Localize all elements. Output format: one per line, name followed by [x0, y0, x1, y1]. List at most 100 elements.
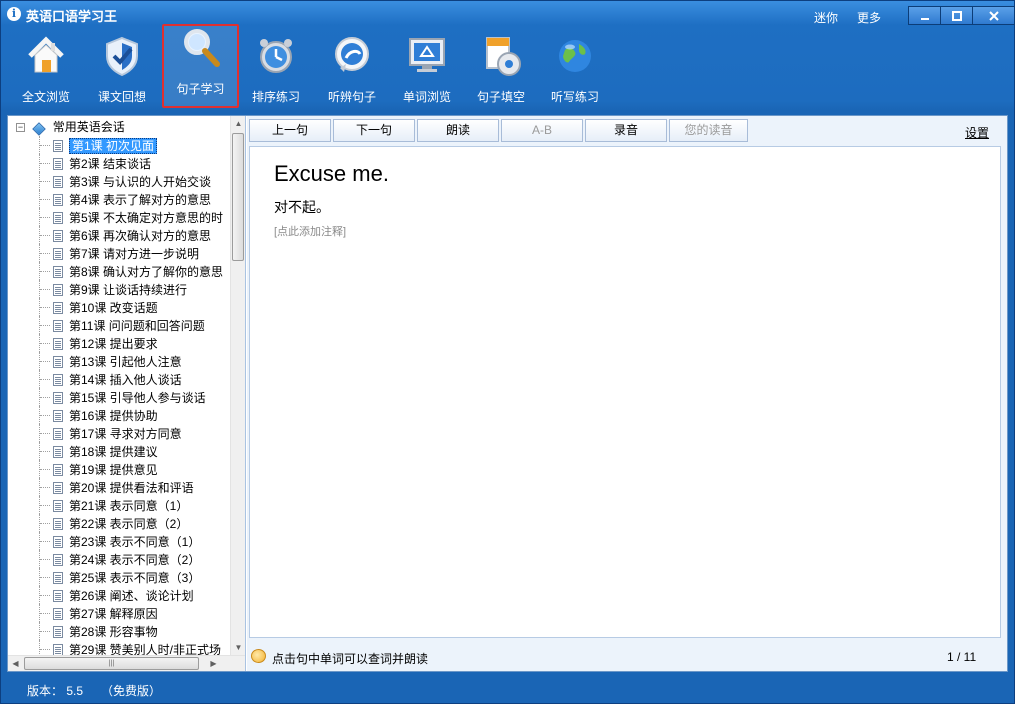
- tree-item[interactable]: 第20课 提供看法和评语: [8, 478, 230, 496]
- toolbar-label: 全文浏览: [21, 90, 70, 104]
- tree-item[interactable]: 第15课 引导他人参与谈话: [8, 388, 230, 406]
- toolbar-item-sentence-study[interactable]: 句子学习: [162, 24, 239, 108]
- document-icon: [53, 301, 63, 314]
- tree-item-label: 第23课 表示不同意（1）: [69, 534, 201, 549]
- home-icon: [24, 34, 68, 78]
- tree-item[interactable]: 第21课 表示同意（1）: [8, 496, 230, 514]
- monitor-recycle-icon: [405, 34, 449, 78]
- toolbar-label: 句子学习: [176, 82, 225, 96]
- tree-item[interactable]: 第25课 表示不同意（3）: [8, 568, 230, 586]
- tree-item[interactable]: 第7课 请对方进一步说明: [8, 244, 230, 262]
- tree-item[interactable]: 第9课 让谈话持续进行: [8, 280, 230, 298]
- toolbar-item-dictation[interactable]: 听写练习: [540, 32, 610, 106]
- close-icon: [988, 11, 999, 21]
- toolbar-label: 听辨句子: [327, 90, 376, 104]
- tree-item[interactable]: 第1课 初次见面: [8, 136, 230, 154]
- scroll-thumb[interactable]: [232, 133, 244, 261]
- minimize-icon: [920, 18, 929, 20]
- tree-item[interactable]: 第27课 解释原因: [8, 604, 230, 622]
- tree-item[interactable]: 第29课 赞美别人时/非正式场: [8, 640, 230, 655]
- maximize-button[interactable]: [940, 6, 973, 25]
- tree-item[interactable]: 第18课 提供建议: [8, 442, 230, 460]
- magnifier-icon: [179, 26, 223, 70]
- scroll-up-arrow-icon[interactable]: ▲: [231, 116, 246, 131]
- app-window: i 英语口语学习王 迷你 更多 全文浏览 课文回想 句子学习 排序练习 听辨句子…: [0, 0, 1015, 704]
- tree-item-label: 第19课 提供意见: [69, 462, 158, 477]
- tree-item[interactable]: 第26课 阐述、谈论计划: [8, 586, 230, 604]
- tree-item-label: 第27课 解释原因: [69, 606, 158, 621]
- toolbar-item-sentence-fill[interactable]: 句子填空: [466, 32, 536, 106]
- toolbar-item-ordering[interactable]: 排序练习: [241, 32, 311, 106]
- toolbar-item-recall[interactable]: 课文回想: [87, 32, 157, 106]
- tree-item-label: 第9课 让谈话持续进行: [69, 282, 188, 297]
- toolbar-label: 句子填空: [476, 90, 525, 104]
- document-icon: [53, 625, 63, 638]
- tree-item-label: 第28课 形容事物: [69, 624, 158, 639]
- tree-horizontal-scrollbar[interactable]: ◀ ||| ▶: [8, 655, 245, 671]
- prev-sentence-button[interactable]: 上一句: [249, 119, 331, 142]
- tree-item[interactable]: 第17课 寻求对方同意: [8, 424, 230, 442]
- tip-bubble-icon: [251, 649, 266, 663]
- tree-item[interactable]: 第6课 再次确认对方的意思: [8, 226, 230, 244]
- scroll-left-arrow-icon[interactable]: ◀: [8, 656, 23, 671]
- tree-item[interactable]: 第8课 确认对方了解你的意思: [8, 262, 230, 280]
- tree-item[interactable]: 第14课 插入他人谈话: [8, 370, 230, 388]
- tree-item[interactable]: 第19课 提供意见: [8, 460, 230, 478]
- settings-link[interactable]: 设置: [965, 124, 989, 141]
- document-icon: [53, 283, 63, 296]
- ab-repeat-button[interactable]: A-B: [501, 119, 583, 142]
- tree-item-label: 第6课 再次确认对方的意思: [69, 228, 212, 243]
- next-sentence-button[interactable]: 下一句: [333, 119, 415, 142]
- toolbar-item-word-browse[interactable]: 单词浏览: [392, 32, 462, 106]
- tree-item-label: 第18课 提供建议: [69, 444, 158, 459]
- close-button[interactable]: [972, 6, 1015, 25]
- toolbar-item-full-text[interactable]: 全文浏览: [11, 32, 81, 106]
- window-controls: [908, 6, 1015, 25]
- more-link[interactable]: 更多: [857, 9, 881, 26]
- document-icon: [53, 391, 63, 404]
- tree-item[interactable]: 第13课 引起他人注意: [8, 352, 230, 370]
- minimize-button[interactable]: [908, 6, 941, 25]
- collapse-icon[interactable]: −: [16, 123, 25, 133]
- tree-item[interactable]: 第4课 表示了解对方的意思: [8, 190, 230, 208]
- record-button[interactable]: 录音: [585, 119, 667, 142]
- read-aloud-button[interactable]: 朗读: [417, 119, 499, 142]
- tree-item-label: 第14课 插入他人谈话: [69, 372, 182, 387]
- tree-item[interactable]: 第23课 表示不同意（1）: [8, 532, 230, 550]
- lesson-tree: − 常用英语会话 第1课 初次见面 第2课 结束谈话 第3课 与认识的人开始交谈…: [8, 116, 246, 671]
- scroll-down-arrow-icon[interactable]: ▼: [231, 640, 246, 655]
- tree-item[interactable]: 第16课 提供协助: [8, 406, 230, 424]
- document-icon: [53, 589, 63, 602]
- document-icon: [53, 643, 63, 655]
- tip-text: 点击句中单词可以查词并朗读: [272, 652, 429, 666]
- english-sentence[interactable]: Excuse me.: [274, 161, 389, 187]
- document-icon: [53, 265, 63, 278]
- tree-item[interactable]: 第3课 与认识的人开始交谈: [8, 172, 230, 190]
- scroll-thumb[interactable]: |||: [24, 657, 199, 670]
- tree-item[interactable]: 第2课 结束谈话: [8, 154, 230, 172]
- tree-item-label: 第22课 表示同意（2）: [69, 516, 189, 531]
- your-pronunciation-button[interactable]: 您的读音: [669, 119, 748, 142]
- scroll-right-arrow-icon[interactable]: ▶: [206, 656, 221, 671]
- tree-item[interactable]: 第11课 问问题和回答问题: [8, 316, 230, 334]
- add-note-link[interactable]: [点此添加注释]: [274, 223, 346, 239]
- tree-item[interactable]: 第5课 不太确定对方意思的时: [8, 208, 230, 226]
- mini-mode-link[interactable]: 迷你: [814, 9, 838, 26]
- version-label: 版本： 5.5: [27, 684, 84, 698]
- document-icon: [53, 445, 63, 458]
- sentence-counter: 1 / 11: [947, 650, 977, 664]
- document-icon: [53, 319, 63, 332]
- title-bar: i 英语口语学习王 迷你 更多: [1, 1, 1015, 27]
- tree-item[interactable]: 第12课 提出要求: [8, 334, 230, 352]
- tree-item[interactable]: 第24课 表示不同意（2）: [8, 550, 230, 568]
- document-icon: [53, 571, 63, 584]
- tree-item[interactable]: 第28课 形容事物: [8, 622, 230, 640]
- lesson-tree-list: − 常用英语会话 第1课 初次见面 第2课 结束谈话 第3课 与认识的人开始交谈…: [8, 118, 230, 655]
- tree-root[interactable]: − 常用英语会话: [8, 118, 230, 136]
- tree-vertical-scrollbar[interactable]: ▲ ▼: [230, 116, 245, 655]
- tree-item[interactable]: 第10课 改变话题: [8, 298, 230, 316]
- toolbar-item-listen-sentence[interactable]: 听辨句子: [317, 32, 387, 106]
- tree-item[interactable]: 第22课 表示同意（2）: [8, 514, 230, 532]
- toolbar-label: 听写练习: [550, 90, 599, 104]
- document-icon: [53, 247, 63, 260]
